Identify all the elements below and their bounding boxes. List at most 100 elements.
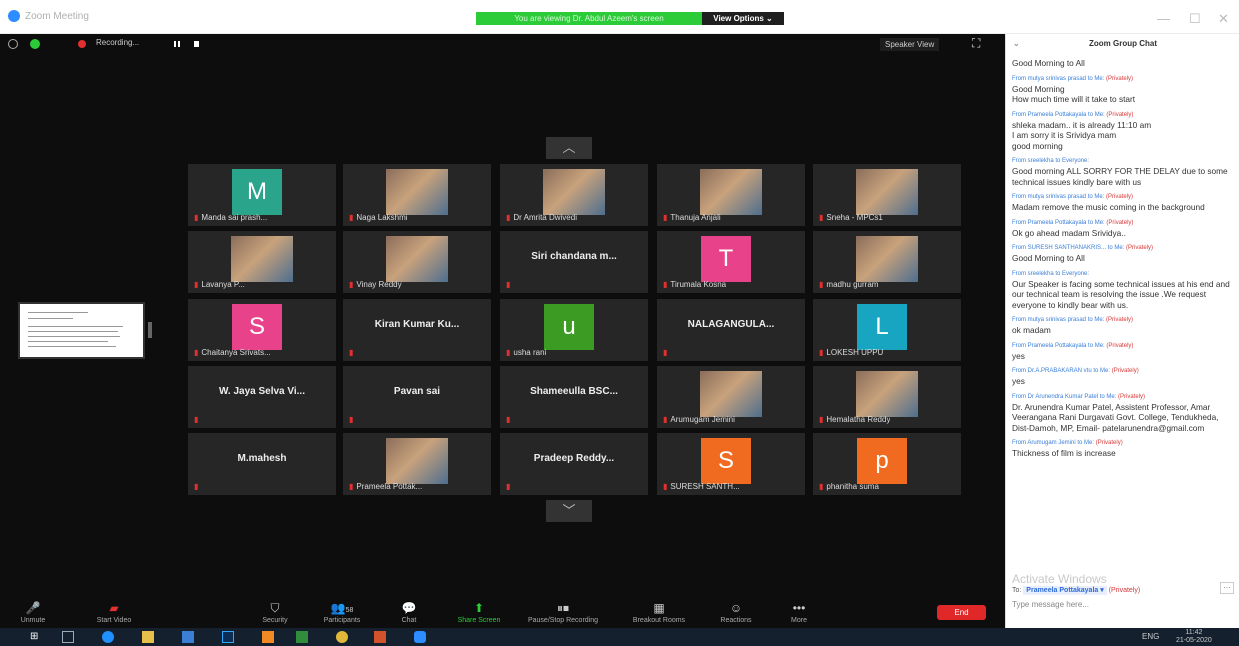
chat-message: From Dr.A.PRABAKARAN vtu to Me: (Private…: [1012, 367, 1234, 387]
participant-tile[interactable]: Shameeulla BSC... ▮: [500, 366, 648, 428]
edge-icon[interactable]: [102, 631, 114, 643]
chevron-down-icon[interactable]: ⌄: [1013, 34, 1020, 54]
mic-muted-icon: ▮: [663, 213, 668, 222]
mic-muted-icon: ▮: [819, 280, 824, 289]
security-button[interactable]: ⛉ Security: [240, 598, 310, 624]
share-screen-button[interactable]: ⬆ Share Screen: [446, 598, 512, 624]
participant-tile[interactable]: Siri chandana m... ▮: [500, 231, 648, 293]
message-sender: From mutya srinivas prasad to Me: (Priva…: [1012, 317, 1134, 323]
meeting-topbar: Recording... Speaker View ⛶: [0, 34, 1005, 54]
participant-tile[interactable]: S ▮ Chaitanya Srivats...: [188, 299, 336, 361]
language-indicator[interactable]: ENG: [1142, 632, 1159, 641]
viewing-banner: You are viewing Dr. Abdul Azeem's screen: [476, 12, 702, 25]
photos-icon[interactable]: [296, 631, 308, 643]
chat-recipient-selector[interactable]: To: Prameela Pottakayala ▾ (Privately): [1012, 586, 1140, 595]
participant-tile[interactable]: ▮ Naga Lakshmi: [343, 164, 491, 226]
vlc-icon[interactable]: [262, 631, 274, 643]
message-sender: From sreelekha to Everyone:: [1012, 270, 1090, 277]
participants-count: 58: [345, 607, 354, 614]
participant-tile[interactable]: ▮ Prameela Pottak...: [343, 433, 491, 495]
shared-screen-thumbnail[interactable]: [18, 302, 145, 359]
participant-name: M.mahesh: [237, 453, 287, 464]
emoji-icon: ☺: [729, 601, 743, 615]
activate-windows-watermark: Activate Windows: [1012, 572, 1107, 586]
view-options-button[interactable]: View Options ⌄: [702, 12, 784, 25]
participant-tile[interactable]: ▮ Sneha - MPCs1: [813, 164, 961, 226]
stop-icon[interactable]: [194, 41, 199, 47]
task-view-icon[interactable]: [62, 631, 74, 643]
mic-muted-icon: ▮: [819, 482, 824, 491]
breakout-rooms-button[interactable]: ▦ Breakout Rooms: [624, 598, 694, 624]
participant-name-label: ▮ Lavanya P...: [194, 280, 245, 289]
minimize-icon[interactable]: —: [1157, 11, 1170, 26]
chat-panel: ⌄ Zoom Group Chat Good Morning to All From…: [1005, 34, 1239, 628]
participant-photo: [543, 169, 605, 215]
mic-muted-icon: ▮: [194, 415, 199, 424]
participant-tile[interactable]: Pavan sai ▮: [343, 366, 491, 428]
chat-input[interactable]: Type message here...: [1012, 600, 1089, 609]
participant-tile[interactable]: NALAGANGULA... ▮: [657, 299, 805, 361]
page-up-arrow[interactable]: ︿: [546, 137, 592, 159]
participant-tile[interactable]: u ▮ usha rani: [500, 299, 648, 361]
pause-recording-button[interactable]: ⏸⏹ Pause/Stop Recording: [520, 598, 606, 624]
participant-tile[interactable]: ▮ Vinay Reddy: [343, 231, 491, 293]
participant-name: Shameeulla BSC...: [530, 386, 618, 397]
shield-icon[interactable]: [30, 39, 40, 49]
unmute-button[interactable]: 🎤 Unmute: [8, 598, 58, 624]
fullscreen-icon[interactable]: ⛶: [972, 36, 980, 51]
maximize-icon[interactable]: ☐: [1189, 11, 1201, 27]
participant-tile[interactable]: T ▮ Tirumala Kosna: [657, 231, 805, 293]
participant-tile[interactable]: p ▮ phanitha suma: [813, 433, 961, 495]
participant-tile[interactable]: ▮ Arumugam Jemini: [657, 366, 805, 428]
participant-tile[interactable]: ▮ madhu gurram: [813, 231, 961, 293]
participant-tile[interactable]: ▮ Thanuja Anjali: [657, 164, 805, 226]
participants-button[interactable]: 👥58 Participants: [306, 598, 378, 624]
share-screen-icon: ⬆: [473, 601, 485, 615]
message-sender: From SURESH SANTHANAKRIS... to Me: (Priv…: [1012, 245, 1154, 251]
zoom-taskbar-icon[interactable]: [414, 631, 426, 643]
participant-photo: [700, 371, 762, 417]
participant-photo: [856, 236, 918, 282]
start-video-button[interactable]: ▰ Start Video: [84, 598, 144, 624]
recipient-dropdown[interactable]: Prameela Pottakayala ▾: [1023, 586, 1107, 595]
participant-tile[interactable]: ▮ Dr Amrita Dwivedi: [500, 164, 648, 226]
message-sender: From Arumugam Jemini to Me: (Privately): [1012, 440, 1123, 446]
clock[interactable]: 11:42 21-05-2020: [1176, 629, 1212, 645]
chrome-icon[interactable]: [336, 631, 348, 643]
start-icon[interactable]: ⊞: [30, 631, 42, 643]
end-button[interactable]: End: [937, 605, 986, 620]
participant-tile[interactable]: M ▮ Manda sai prash...: [188, 164, 336, 226]
chat-message: From mutya srinivas prasad to Me: (Priva…: [1012, 316, 1234, 336]
more-button[interactable]: ••• More: [774, 598, 824, 624]
file-explorer-icon[interactable]: [142, 631, 154, 643]
participant-name: Kiran Kumar Ku...: [374, 319, 460, 330]
participant-photo: [700, 169, 762, 215]
info-icon[interactable]: [8, 39, 18, 49]
page-down-arrow[interactable]: ﹀: [546, 500, 592, 522]
participant-tile[interactable]: Pradeep Reddy... ▮: [500, 433, 648, 495]
participant-tile[interactable]: ▮ Lavanya P...: [188, 231, 336, 293]
photoshop-icon[interactable]: [222, 631, 234, 643]
participant-tile[interactable]: S ▮ SURESH SANTH...: [657, 433, 805, 495]
app-icon[interactable]: [374, 631, 386, 643]
participant-name-label: ▮ Vinay Reddy: [349, 280, 402, 289]
close-icon[interactable]: ✕: [1218, 11, 1229, 27]
participant-tile[interactable]: Kiran Kumar Ku... ▮: [343, 299, 491, 361]
participant-tile[interactable]: W. Jaya Selva Vi... ▮: [188, 366, 336, 428]
mic-muted-icon: ▮: [819, 348, 824, 357]
mic-muted-icon: ▮: [819, 415, 824, 424]
reactions-button[interactable]: ☺ Reactions: [708, 598, 764, 624]
speaker-view-button[interactable]: Speaker View: [880, 38, 940, 51]
participant-tile[interactable]: ▮ Hemalatha Reddy: [813, 366, 961, 428]
chat-more-button[interactable]: ⋯: [1220, 582, 1234, 594]
participant-tile[interactable]: M.mahesh ▮: [188, 433, 336, 495]
chat-button[interactable]: 💬 Chat: [380, 598, 438, 624]
thumbnail-handle[interactable]: [148, 322, 152, 338]
mail-icon[interactable]: [182, 631, 194, 643]
participants-icon: 👥58: [330, 601, 354, 615]
participant-tile[interactable]: L ▮ LOKESH UPPU: [813, 299, 961, 361]
mic-muted-icon: ▮: [349, 348, 354, 357]
mic-muted-icon: ▮: [663, 280, 668, 289]
pause-icon[interactable]: [174, 41, 176, 47]
chat-header: ⌄ Zoom Group Chat: [1006, 34, 1239, 54]
